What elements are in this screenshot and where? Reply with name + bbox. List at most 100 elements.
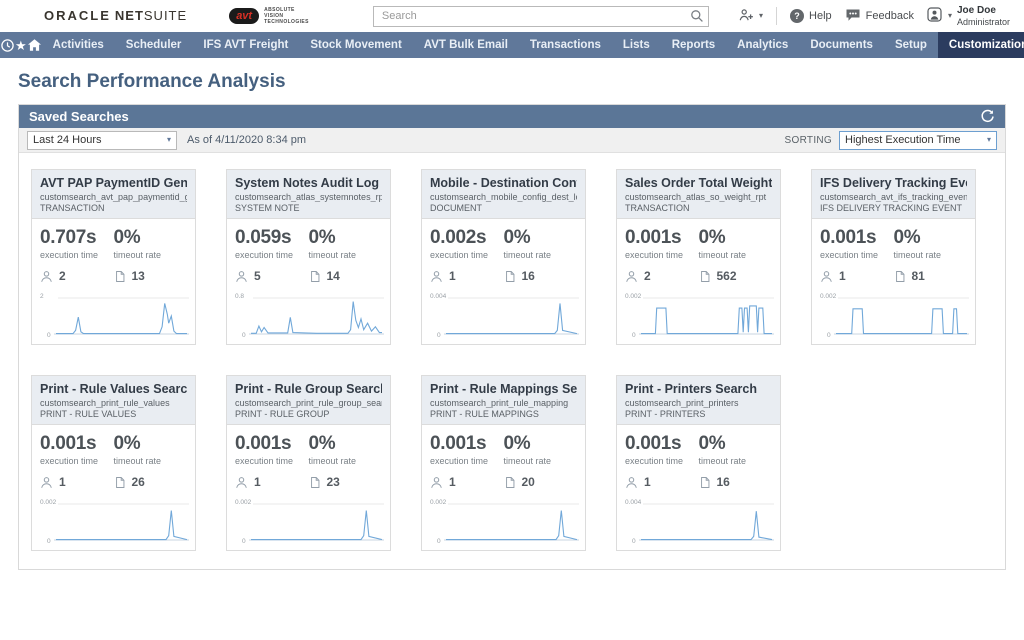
- timeout-rate-label: timeout rate: [113, 250, 162, 260]
- card-header: Print - Rule Group Search customsearch_p…: [227, 376, 390, 425]
- header-divider: [776, 7, 778, 25]
- users-count: 1: [625, 475, 699, 489]
- users-count: 5: [235, 269, 309, 283]
- nav-item-activities[interactable]: Activities: [42, 32, 115, 58]
- nav-item-transactions[interactable]: Transactions: [519, 32, 612, 58]
- page-count-icon: [895, 270, 904, 282]
- execution-time-value: 0.001s: [430, 433, 487, 454]
- nav-item-documents[interactable]: Documents: [799, 32, 884, 58]
- users-count-value: 2: [644, 269, 651, 283]
- feedback-icon: [845, 8, 861, 25]
- card-header: Mobile - Destination Config ... customse…: [422, 170, 585, 219]
- sparkline-min-label: 0: [242, 332, 246, 339]
- pages-count: 14: [309, 269, 383, 283]
- execution-time-label: execution time: [235, 250, 294, 260]
- search-icon[interactable]: [690, 9, 704, 28]
- execution-time-label: execution time: [625, 456, 684, 466]
- card-header: System Notes Audit Log customsearch_atla…: [227, 170, 390, 219]
- card-metrics: 0.001s execution time 0% timeout rate: [235, 433, 382, 466]
- users-count-value: 5: [254, 269, 261, 283]
- nav-item-scheduler[interactable]: Scheduler: [115, 32, 193, 58]
- refresh-icon: [981, 109, 994, 123]
- card-body: 0.002s execution time 0% timeout rate 1 …: [422, 219, 585, 344]
- page-count-icon: [700, 476, 709, 488]
- timeout-rate-metric: 0% timeout rate: [309, 227, 383, 260]
- feedback-button[interactable]: Feedback: [845, 8, 914, 25]
- timeout-rate-label: timeout rate: [503, 456, 552, 466]
- page-title: Search Performance Analysis: [18, 71, 286, 92]
- as-of-timestamp: As of 4/11/2020 8:34 pm: [187, 134, 307, 146]
- nav-item-stock-movement[interactable]: Stock Movement: [299, 32, 412, 58]
- nav-item-ifs-avt-freight[interactable]: IFS AVT Freight: [192, 32, 299, 58]
- period-dropdown[interactable]: Last 24 Hours ▾: [27, 130, 177, 150]
- page-count-icon: [505, 476, 514, 488]
- users-count: 2: [625, 269, 699, 283]
- card-counts: 1 16: [625, 475, 772, 489]
- card-header: Print - Rule Mappings Search customsearc…: [422, 376, 585, 425]
- nav-item-lists[interactable]: Lists: [612, 32, 661, 58]
- saved-search-card[interactable]: Print - Rule Mappings Search customsearc…: [421, 375, 586, 551]
- execution-time-label: execution time: [40, 250, 99, 260]
- saved-search-card[interactable]: IFS Delivery Tracking Event ... customse…: [811, 169, 976, 345]
- card-metrics: 0.001s execution time 0% timeout rate: [625, 433, 772, 466]
- global-search-input[interactable]: [372, 5, 709, 27]
- sparkline-max-label: 0.002: [625, 293, 642, 300]
- user-menu[interactable]: ▾ Joe Doe Administrator: [927, 5, 1010, 27]
- card-metrics: 0.059s execution time 0% timeout rate: [235, 227, 382, 260]
- nav-item-analytics[interactable]: Analytics: [726, 32, 799, 58]
- top-header: ORACLE NETSUITE avt ABSOLUTE VISION TECH…: [0, 0, 1024, 32]
- timeout-rate-metric: 0% timeout rate: [114, 433, 188, 466]
- timeout-rate-metric: 0% timeout rate: [504, 227, 578, 260]
- execution-time-label: execution time: [40, 456, 99, 466]
- nav-item-reports[interactable]: Reports: [661, 32, 726, 58]
- card-record-type: TRANSACTION: [40, 203, 105, 213]
- pages-count: 562: [699, 269, 773, 283]
- timeout-rate-metric: 0% timeout rate: [699, 227, 773, 260]
- main-nav-bar: ★ Activities Scheduler IFS AVT Freight Stoc…: [0, 32, 1024, 58]
- help-icon: ?: [790, 9, 805, 23]
- nav-item-customization[interactable]: Customization: [937, 32, 1024, 58]
- pages-count-value: 16: [521, 269, 535, 283]
- saved-search-card[interactable]: Print - Rule Group Search customsearch_p…: [226, 375, 391, 551]
- saved-searches-panel: Saved Searches Last 24 Hours ▾ As of 4/1…: [18, 104, 1006, 570]
- timeout-rate-label: timeout rate: [113, 456, 162, 466]
- help-button[interactable]: ? Help: [790, 9, 832, 23]
- sparkline-min-label: 0: [242, 538, 246, 545]
- user-role: Administrator: [956, 16, 1010, 27]
- saved-search-card[interactable]: Print - Rule Values Search customsearch_…: [31, 375, 196, 551]
- card-title: IFS Delivery Tracking Event ...: [820, 176, 967, 190]
- timeout-rate-value: 0%: [503, 227, 531, 248]
- page-count-icon: [115, 270, 124, 282]
- saved-search-card[interactable]: Sales Order Total Weight customsearch_at…: [616, 169, 781, 345]
- saved-search-card[interactable]: AVT PAP PaymentID Genera... customsearch…: [31, 169, 196, 345]
- panel-header: Saved Searches: [19, 105, 1005, 128]
- saved-search-card[interactable]: System Notes Audit Log customsearch_atla…: [226, 169, 391, 345]
- recent-records-button[interactable]: [0, 32, 15, 58]
- card-title: System Notes Audit Log: [235, 176, 379, 190]
- saved-search-card[interactable]: Print - Printers Search customsearch_pri…: [616, 375, 781, 551]
- nav-item-avt-bulk-email[interactable]: AVT Bulk Email: [413, 32, 519, 58]
- execution-time-value: 0.059s: [235, 227, 292, 248]
- pages-count-value: 26: [131, 475, 145, 489]
- sparkline-max-label: 0.004: [625, 499, 642, 506]
- create-new-menu[interactable]: ▾: [739, 8, 763, 25]
- shortcuts-button[interactable]: ★: [15, 32, 27, 58]
- page-count-icon: [505, 270, 514, 282]
- card-record-type: IFS DELIVERY TRACKING EVENT: [820, 203, 963, 213]
- home-button[interactable]: [27, 32, 42, 58]
- execution-time-sparkline: 0.004 0: [625, 496, 774, 546]
- users-count-value: 1: [449, 269, 456, 283]
- saved-search-card[interactable]: Mobile - Destination Config ... customse…: [421, 169, 586, 345]
- card-search-id: customsearch_mobile_config_dest_loc...: [430, 192, 577, 202]
- card-record-type: PRINT - RULE MAPPINGS: [430, 409, 539, 419]
- sorting-dropdown[interactable]: Highest Execution Time ▾: [839, 130, 997, 150]
- refresh-button[interactable]: [980, 109, 995, 124]
- period-dropdown-value: Last 24 Hours: [33, 134, 102, 146]
- card-metrics: 0.707s execution time 0% timeout rate: [40, 227, 187, 260]
- nav-item-setup[interactable]: Setup: [884, 32, 938, 58]
- execution-time-metric: 0.001s execution time: [625, 227, 699, 260]
- card-counts: 5 14: [235, 269, 382, 283]
- help-label: Help: [809, 10, 832, 22]
- sparkline-max-label: 2: [40, 293, 44, 300]
- timeout-rate-value: 0%: [893, 227, 921, 248]
